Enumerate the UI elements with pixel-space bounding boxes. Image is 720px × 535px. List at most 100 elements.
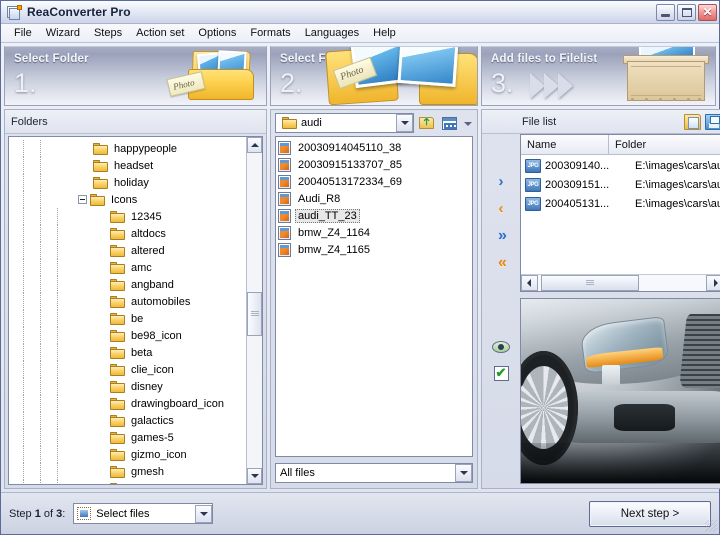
step-header-add-files: Add files to Filelist 3. [481, 46, 716, 106]
folder-combo-chevron-down-icon[interactable] [396, 114, 413, 132]
tree-guide-line [40, 225, 41, 242]
file-name-list[interactable]: 20030914045110_38 20030915133707_85200405… [275, 136, 473, 457]
menu-help[interactable]: Help [366, 25, 403, 42]
image-file-icon [278, 141, 291, 155]
tree-item-drawingboard_icon[interactable]: drawingboard_icon [9, 395, 246, 412]
step-selector-chevron-down-icon[interactable] [195, 505, 212, 523]
menu-formats[interactable]: Formats [243, 25, 297, 42]
file-item[interactable]: Audi_R8 [278, 190, 472, 207]
file-item[interactable]: 20030914045110_38 [278, 139, 472, 156]
tree-item-galactics[interactable]: galactics [9, 412, 246, 429]
tree-item-altered[interactable]: altered [9, 242, 246, 259]
minimize-button[interactable] [656, 4, 675, 21]
tree-guide-line [40, 259, 41, 276]
tree-item-label: gnome [129, 483, 167, 485]
remove-selected-button[interactable]: ‹ [490, 201, 512, 217]
close-button[interactable]: ✕ [698, 4, 717, 21]
steps-header-strip: Select Folder 1. Photo Select Files 2. P… [1, 43, 719, 106]
maximize-button[interactable] [677, 4, 696, 21]
file-filter-chevron-down-icon[interactable] [455, 464, 472, 482]
menu-file[interactable]: File [7, 25, 39, 42]
menu-bar: File Wizard Steps Action set Options For… [1, 24, 719, 43]
up-one-level-button[interactable] [417, 113, 437, 133]
file-item[interactable]: 20030915133707_85 [278, 156, 472, 173]
preview-enabled-checkbox[interactable] [494, 366, 509, 381]
scroll-right-button[interactable] [706, 275, 720, 291]
table-row[interactable]: JPG200309151...E:\images\cars\au [521, 175, 720, 194]
view-mode-chevron-down-icon[interactable] [463, 113, 473, 133]
step-selector-combo[interactable]: Select files [73, 503, 213, 524]
tree-guide-line [40, 310, 41, 327]
tree-item-headset[interactable]: headset [9, 157, 246, 174]
scrollbar-track[interactable] [247, 153, 262, 468]
tree-item-gmesh[interactable]: gmesh [9, 463, 246, 480]
preview-eye-icon[interactable] [492, 339, 510, 355]
table-row[interactable]: JPG200309140...E:\images\cars\au [521, 156, 720, 175]
scrollbar-thumb[interactable] [247, 292, 262, 336]
remove-all-button[interactable]: « [490, 255, 512, 271]
tree-guide-line [40, 293, 41, 310]
next-step-button[interactable]: Next step > [589, 501, 711, 527]
tree-item-be98_icon[interactable]: be98_icon [9, 327, 246, 344]
tree-guide-line [23, 191, 24, 208]
tree-item-amc[interactable]: amc [9, 259, 246, 276]
add-selected-button[interactable]: › [490, 174, 512, 190]
tree-guide-line [23, 463, 24, 480]
view-mode-button[interactable] [440, 113, 460, 133]
title-bar: ReaConverter Pro ✕ [1, 1, 719, 24]
file-item[interactable]: bmw_Z4_1165 [278, 241, 472, 258]
hscrollbar-thumb[interactable] [541, 275, 638, 291]
tree-item-gizmo_icon[interactable]: gizmo_icon [9, 446, 246, 463]
scroll-down-button[interactable] [247, 468, 262, 484]
file-item[interactable]: audi_TT_23 [278, 207, 472, 224]
filelist-horizontal-scrollbar[interactable] [521, 274, 720, 291]
menu-steps[interactable]: Steps [87, 25, 129, 42]
tree-item-12345[interactable]: 12345 [9, 208, 246, 225]
menu-options[interactable]: Options [191, 25, 243, 42]
tree-collapse-toggle[interactable] [78, 195, 87, 204]
tree-item-altdocs[interactable]: altdocs [9, 225, 246, 242]
tree-item-angband[interactable]: angband [9, 276, 246, 293]
menu-action-set[interactable]: Action set [129, 25, 191, 42]
tree-item-label: amc [129, 262, 154, 274]
menu-wizard[interactable]: Wizard [39, 25, 87, 42]
step-indicator: Step 1 of 3: [9, 508, 65, 520]
folder-tree-scrollbar[interactable] [246, 137, 262, 484]
tree-guide-line [40, 174, 41, 191]
tree-item-beta[interactable]: beta [9, 344, 246, 361]
file-item-label: 20030915133707_85 [295, 158, 405, 172]
menu-languages[interactable]: Languages [298, 25, 366, 42]
folder-icon [110, 228, 125, 240]
tree-item-games-5[interactable]: games-5 [9, 429, 246, 446]
photo-tag-label: Photo [172, 77, 195, 92]
file-filter-combo[interactable]: All files [275, 463, 473, 483]
column-header-folder[interactable]: Folder [609, 135, 720, 155]
scroll-up-button[interactable] [247, 137, 262, 153]
table-row[interactable]: JPG200405131...E:\images\cars\au [521, 194, 720, 213]
file-item[interactable]: bmw_Z4_1164 [278, 224, 472, 241]
folder-icon [93, 143, 108, 155]
folder-combo[interactable]: audi [275, 113, 414, 133]
tree-item-icons[interactable]: Icons [9, 191, 246, 208]
tree-item-clie_icon[interactable]: clie_icon [9, 361, 246, 378]
tree-guide-line [57, 378, 58, 395]
step-header-select-folder: Select Folder 1. Photo [4, 46, 267, 106]
add-all-button[interactable]: » [490, 228, 512, 244]
tree-item-holiday[interactable]: holiday [9, 174, 246, 191]
open-filelist-icon[interactable] [684, 114, 701, 130]
folders-panel: Folders happypeopleheadsetholidayIcons12… [4, 109, 267, 489]
tree-item-gnome[interactable]: gnome [9, 480, 246, 484]
tree-item-be[interactable]: be [9, 310, 246, 327]
filelist-table-body[interactable]: JPG200309140...E:\images\cars\auJPG20030… [521, 155, 720, 274]
save-filelist-icon[interactable] [705, 114, 720, 130]
file-item[interactable]: 20040513172334_69 [278, 173, 472, 190]
scroll-left-button[interactable] [521, 275, 538, 291]
column-header-name[interactable]: Name [521, 135, 609, 155]
folder-tree[interactable]: happypeopleheadsetholidayIcons12345altdo… [9, 137, 246, 484]
tree-item-disney[interactable]: disney [9, 378, 246, 395]
tree-guide-line [57, 310, 58, 327]
hscrollbar-track[interactable] [538, 275, 706, 291]
resize-grip[interactable] [705, 520, 717, 532]
tree-item-happypeople[interactable]: happypeople [9, 140, 246, 157]
tree-item-automobiles[interactable]: automobiles [9, 293, 246, 310]
